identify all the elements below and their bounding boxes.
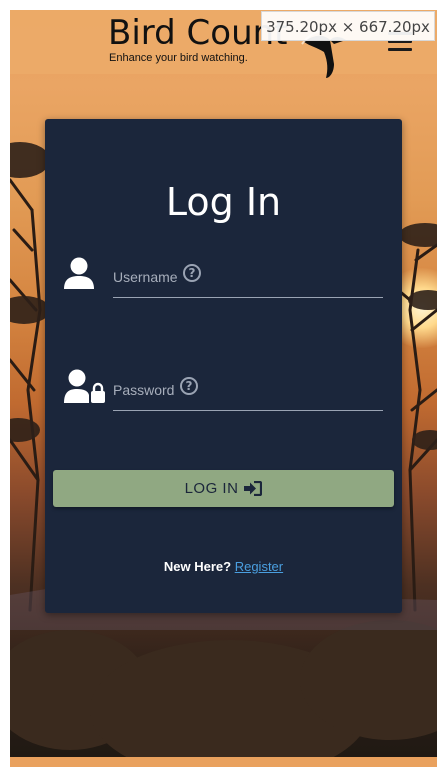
password-field[interactable]: Password ? bbox=[113, 372, 387, 412]
username-help-icon[interactable]: ? bbox=[183, 264, 201, 282]
password-input[interactable] bbox=[113, 372, 387, 412]
login-button-label: LOG IN bbox=[184, 480, 239, 497]
login-card: Log In Username ? Password ? LOG IN New … bbox=[45, 119, 402, 613]
user-icon bbox=[64, 257, 94, 289]
password-help-icon[interactable]: ? bbox=[180, 377, 198, 395]
register-link[interactable]: Register bbox=[235, 559, 283, 574]
brand-tagline: Enhance your bird watching. bbox=[109, 52, 248, 64]
page-title: Log In bbox=[165, 180, 282, 225]
footer-strip bbox=[10, 757, 437, 767]
username-input[interactable] bbox=[113, 259, 387, 299]
user-lock-icon bbox=[64, 369, 105, 403]
register-question: New Here? bbox=[163, 559, 232, 574]
username-field[interactable]: Username ? bbox=[113, 259, 387, 299]
dimension-tooltip: 375.20px × 667.20px bbox=[261, 11, 435, 41]
sign-in-icon bbox=[244, 481, 263, 496]
page-viewport: Bird Count Enhance your bird watching. L… bbox=[10, 10, 437, 767]
register-prompt: New Here? Register bbox=[45, 559, 402, 574]
login-button[interactable]: LOG IN bbox=[53, 470, 394, 507]
